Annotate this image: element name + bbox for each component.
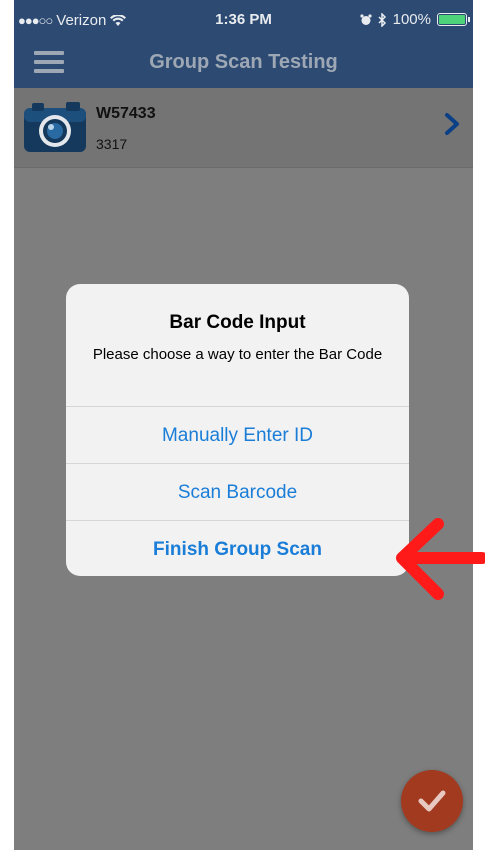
page-title: Group Scan Testing: [149, 51, 338, 73]
item-title: W57433: [96, 105, 156, 122]
nav-bar: Group Scan Testing: [14, 36, 473, 88]
item-subtitle: 3317: [96, 136, 128, 152]
red-arrow-annotation-icon: [396, 518, 485, 600]
dialog-title: Bar Code Input: [169, 312, 306, 333]
checkmark-icon: [418, 790, 446, 812]
bluetooth-icon: [378, 12, 386, 27]
chevron-right-icon[interactable]: [443, 112, 461, 136]
finish-group-scan-button[interactable]: Finish Group Scan: [66, 520, 409, 576]
dialog-message: Please choose a way to enter the Bar Cod…: [92, 346, 383, 363]
scan-barcode-button[interactable]: Scan Barcode: [66, 463, 409, 520]
status-right: 100%: [360, 11, 470, 28]
battery-percent: 100%: [392, 11, 431, 28]
list-item[interactable]: W57433 3317: [14, 88, 473, 168]
battery-icon: [437, 13, 470, 26]
camera-icon: [24, 102, 86, 152]
manually-enter-id-button[interactable]: Manually Enter ID: [66, 406, 409, 463]
bar-code-input-dialog: Bar Code Input Please choose a way to en…: [66, 284, 409, 576]
status-bar: ●●●○○ Verizon 1:36 PM 100%: [14, 0, 473, 36]
alarm-icon: [360, 13, 372, 25]
confirm-fab-button[interactable]: [401, 770, 463, 832]
